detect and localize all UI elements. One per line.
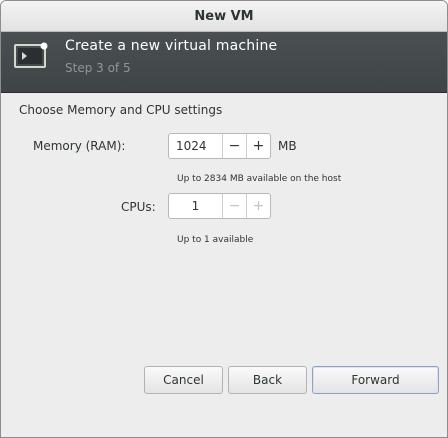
vm-monitor-icon xyxy=(14,42,48,68)
memory-spinbox[interactable]: 1024 − + xyxy=(168,133,271,159)
section-title: Choose Memory and CPU settings xyxy=(19,103,223,117)
memory-decrement-button[interactable]: − xyxy=(222,134,246,158)
forward-button[interactable]: Forward xyxy=(312,366,439,394)
memory-increment-button[interactable]: + xyxy=(246,134,270,158)
memory-hint: Up to 2834 MB available on the host xyxy=(177,174,342,184)
memory-label: Memory (RAM): xyxy=(33,139,126,153)
cpus-label: CPUs: xyxy=(121,200,156,214)
wizard-content: Choose Memory and CPU settings Memory (R… xyxy=(1,94,447,366)
new-vm-window: New VM Create a new virtual machine Step… xyxy=(0,0,448,438)
cpus-increment-button[interactable]: + xyxy=(246,194,270,218)
cpus-hint: Up to 1 available xyxy=(177,235,254,245)
cpus-value[interactable]: 1 xyxy=(169,199,222,213)
cancel-button[interactable]: Cancel xyxy=(144,366,223,394)
window-titlebar[interactable]: New VM xyxy=(1,1,447,32)
wizard-step: Step 3 of 5 xyxy=(65,61,131,75)
wizard-title: Create a new virtual machine xyxy=(65,38,278,54)
cpus-decrement-button[interactable]: − xyxy=(222,194,246,218)
cpus-spinbox[interactable]: 1 − + xyxy=(168,193,271,219)
wizard-header: Create a new virtual machine Step 3 of 5 xyxy=(1,32,447,93)
memory-value[interactable]: 1024 xyxy=(169,139,222,153)
memory-unit: MB xyxy=(278,139,297,153)
back-button[interactable]: Back xyxy=(228,366,307,394)
wizard-footer: Cancel Back Forward xyxy=(1,366,447,437)
window-title: New VM xyxy=(194,9,254,24)
